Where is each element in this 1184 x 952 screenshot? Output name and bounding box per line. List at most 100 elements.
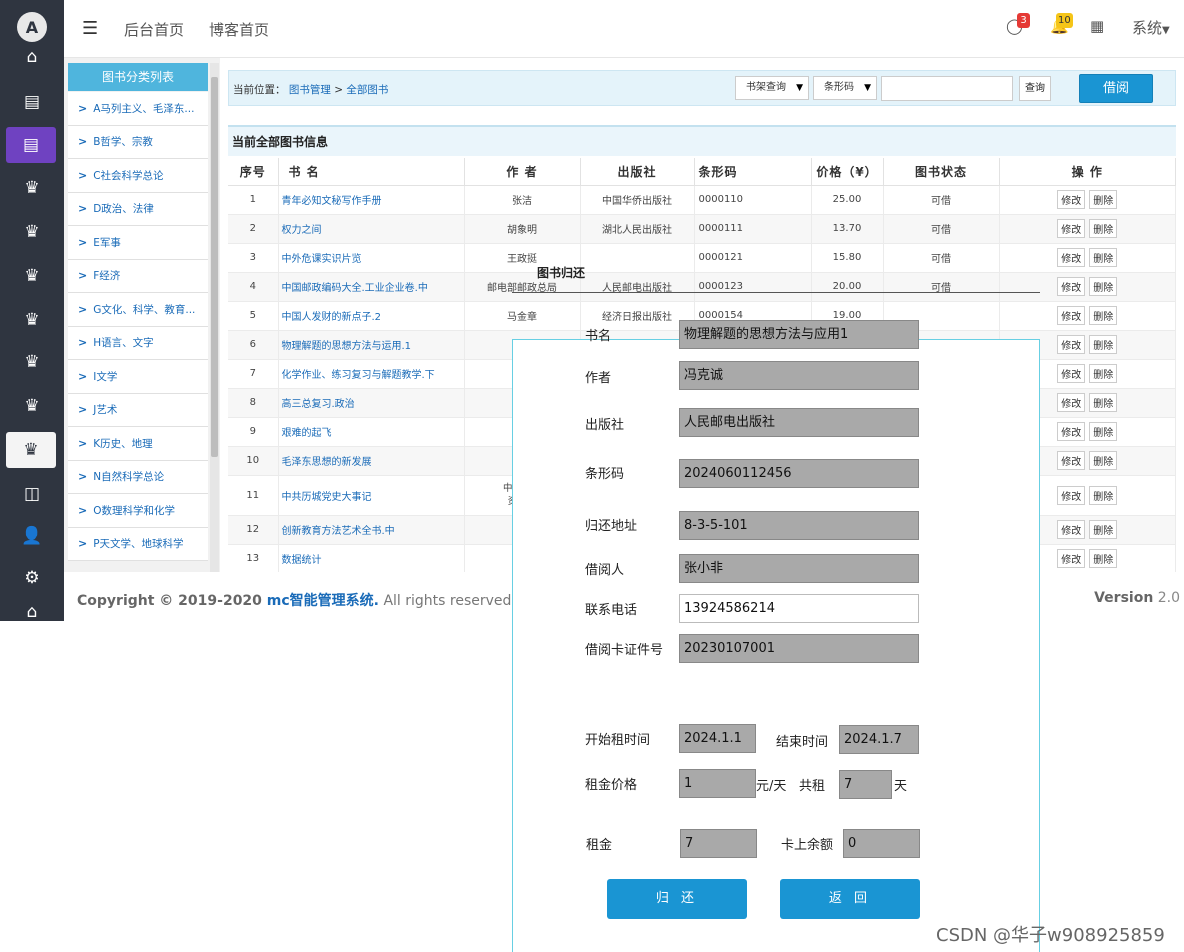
edit-button[interactable]: 修改	[1057, 520, 1086, 539]
delete-button[interactable]: 删除	[1089, 520, 1118, 539]
category-item[interactable]: > G文化、科学、教育...	[68, 293, 208, 327]
category-scrollbar[interactable]	[210, 63, 219, 572]
delete-button[interactable]: 删除	[1089, 306, 1118, 325]
scrollbar-thumb[interactable]	[211, 77, 218, 457]
table-row[interactable]: 4 中国邮政编码大全.工业企业卷.中 邮电部邮政总局 人民邮电出版社 0000123 20…	[228, 272, 1176, 302]
delete-button[interactable]: 删除	[1089, 422, 1118, 441]
book-title-cell[interactable]: 中共历城党史大事记	[278, 475, 465, 516]
book-title-cell[interactable]: 高三总复习.政治	[278, 388, 465, 418]
balance-field[interactable]: 0	[843, 829, 920, 858]
breadcrumb-all-books[interactable]: 全部图书	[346, 84, 388, 96]
query-button[interactable]: 查询	[1019, 76, 1051, 101]
start-time-field[interactable]: 2024.1.1	[679, 724, 756, 753]
search-input[interactable]	[881, 76, 1013, 101]
category-item[interactable]: > B哲学、宗教	[68, 125, 208, 159]
book-title-cell[interactable]: 青年必知文秘写作手册	[278, 185, 465, 215]
book-title-cell[interactable]: 中国邮政编码大全.工业企业卷.中	[278, 272, 465, 302]
delete-button[interactable]: 删除	[1089, 335, 1118, 354]
delete-button[interactable]: 删除	[1089, 451, 1118, 470]
end-time-field[interactable]: 2024.1.7	[839, 725, 919, 754]
card-icon[interactable]: ▤	[6, 127, 56, 163]
crown-icon[interactable]: ♛	[0, 214, 64, 250]
edit-button[interactable]: 修改	[1057, 549, 1086, 568]
query-field-select[interactable]: 条形码 ▼	[813, 76, 877, 100]
crown-icon[interactable]: ♛	[0, 344, 64, 380]
delete-button[interactable]: 删除	[1089, 248, 1118, 267]
delete-button[interactable]: 删除	[1089, 364, 1118, 383]
query-type-select[interactable]: 书架查询 ▼	[735, 76, 809, 100]
breadcrumb-book-management[interactable]: 图书管理	[289, 84, 331, 96]
edit-button[interactable]: 修改	[1057, 451, 1086, 470]
book-title-field[interactable]: 物理解题的思想方法与应用1	[679, 320, 919, 349]
brand-link[interactable]: mc智能管理系统.	[267, 593, 379, 609]
category-item[interactable]: > D政治、法律	[68, 192, 208, 226]
table-row[interactable]: 1 青年必知文秘写作手册 张洁 中国华侨出版社 0000110 25.00 可借 修改 删除	[228, 185, 1176, 215]
book-title-cell[interactable]: 艰难的起飞	[278, 417, 465, 447]
crown-icon[interactable]: ♛	[0, 170, 64, 206]
nav-blog-home[interactable]: 博客首页	[209, 19, 269, 40]
book-title-cell[interactable]: 中外危课实识片览	[278, 243, 465, 273]
total-days-field[interactable]: 7	[839, 770, 892, 799]
crown-icon[interactable]: ♛	[0, 302, 64, 338]
category-item[interactable]: > I文学	[68, 360, 208, 394]
category-item[interactable]: > H语言、文字	[68, 326, 208, 360]
user-settings-icon[interactable]: 👤	[0, 518, 64, 554]
layout-icon[interactable]: ◫	[0, 476, 64, 512]
book-title-cell[interactable]: 创新教育方法艺术全书.中	[278, 515, 465, 545]
delete-button[interactable]: 删除	[1089, 277, 1118, 296]
return-address-field[interactable]: 8-3-5-101	[679, 511, 919, 540]
hamburger-menu-icon[interactable]: ☰	[82, 18, 98, 39]
app-logo[interactable]: A	[17, 12, 47, 42]
delete-button[interactable]: 删除	[1089, 549, 1118, 568]
notifications-button[interactable]: 🔔 10	[1050, 13, 1073, 35]
borrow-button[interactable]: 借阅	[1079, 74, 1153, 103]
return-button[interactable]: 归 还	[607, 879, 747, 919]
barcode-field[interactable]: 2024060112456	[679, 459, 919, 488]
category-item[interactable]: > F经济	[68, 259, 208, 293]
gear-icon[interactable]: ⚙	[0, 560, 64, 596]
system-menu[interactable]: 系统▼	[1132, 17, 1170, 38]
edit-button[interactable]: 修改	[1057, 422, 1086, 441]
category-item[interactable]: > P天文学、地球科学	[68, 527, 208, 561]
edit-button[interactable]: 修改	[1057, 485, 1086, 505]
category-item[interactable]: > O数理科学和化学	[68, 494, 208, 528]
book-title-cell[interactable]: 权力之间	[278, 214, 465, 244]
table-row[interactable]: 3 中外危课实识片览 王政挺 0000121 15.80 可借 修改 删除	[228, 243, 1176, 273]
author-field[interactable]: 冯克诚	[679, 361, 919, 390]
nav-admin-home[interactable]: 后台首页	[124, 19, 184, 40]
category-item[interactable]: > E军事	[68, 226, 208, 260]
edit-button[interactable]: 修改	[1057, 364, 1086, 383]
back-button[interactable]: 返 回	[780, 879, 920, 919]
category-item[interactable]: > C社会科学总论	[68, 159, 208, 193]
category-item[interactable]: > N自然科学总论	[68, 460, 208, 494]
category-item[interactable]: > A马列主义、毛泽东...	[68, 92, 208, 126]
edit-button[interactable]: 修改	[1057, 393, 1086, 412]
phone-field[interactable]: 13924586214	[679, 594, 919, 623]
edit-button[interactable]: 修改	[1057, 219, 1086, 238]
book-title-cell[interactable]: 毛泽东思想的新发展	[278, 446, 465, 476]
borrower-field[interactable]: 张小非	[679, 554, 919, 583]
edit-button[interactable]: 修改	[1057, 306, 1086, 325]
card-id-field[interactable]: 20230107001	[679, 634, 919, 663]
rent-price-field[interactable]: 1	[679, 769, 756, 798]
category-item[interactable]: > J艺术	[68, 393, 208, 427]
crown-icon[interactable]: ♛	[0, 258, 64, 294]
edit-button[interactable]: 修改	[1057, 335, 1086, 354]
crown-icon[interactable]: ♛	[0, 388, 64, 424]
edit-button[interactable]: 修改	[1057, 190, 1086, 209]
book-title-cell[interactable]: 中国人发财的新点子.2	[278, 301, 465, 331]
edit-button[interactable]: 修改	[1057, 248, 1086, 267]
book-title-cell[interactable]: 数据统计	[278, 544, 465, 574]
edit-button[interactable]: 修改	[1057, 277, 1086, 296]
crown-icon[interactable]: ♛	[6, 432, 56, 468]
delete-button[interactable]: 删除	[1089, 485, 1118, 505]
home-icon[interactable]: ⌂	[0, 603, 64, 621]
list-icon[interactable]: ▤	[0, 84, 64, 120]
table-row[interactable]: 2 权力之间 胡象明 湖北人民出版社 0000111 13.70 可借 修改 删除	[228, 214, 1176, 244]
publisher-field[interactable]: 人民邮电出版社	[679, 408, 919, 437]
rent-field[interactable]: 7	[680, 829, 757, 858]
book-title-cell[interactable]: 化学作业、练习复习与解题教学.下	[278, 359, 465, 389]
home-icon[interactable]: ⌂	[0, 46, 64, 68]
category-item[interactable]: > K历史、地理	[68, 427, 208, 461]
grid-icon[interactable]: ▦	[1090, 17, 1104, 35]
